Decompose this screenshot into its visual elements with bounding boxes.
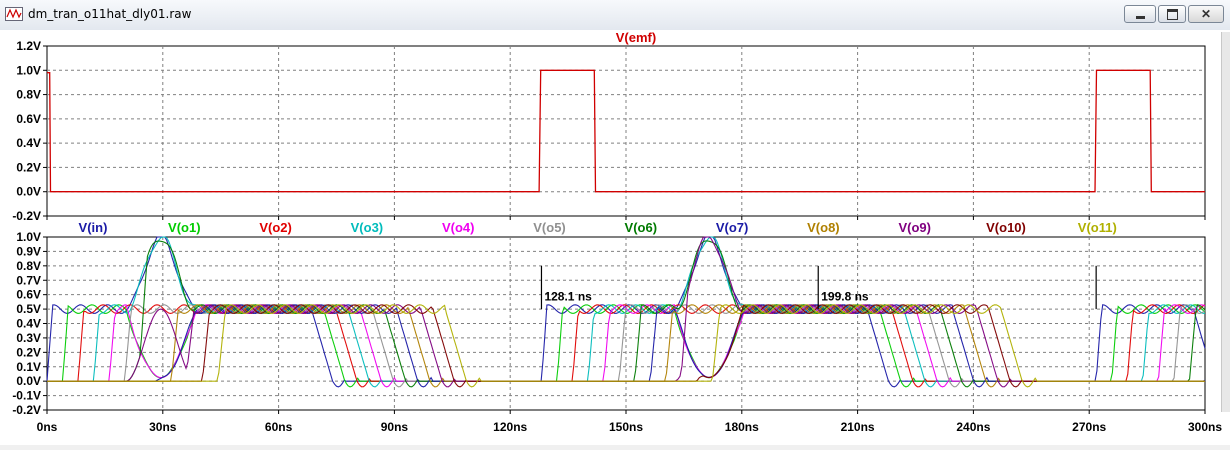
y-tick-label: 0.3V — [16, 331, 41, 345]
close-button[interactable]: ✕ — [1188, 5, 1224, 23]
x-tick-label: 120ns — [493, 420, 527, 434]
y-tick-label: 0.1V — [16, 360, 41, 374]
y-tick-label: 0.2V — [16, 345, 41, 359]
y-tick-label: 0.7V — [16, 273, 41, 287]
x-tick-label: 210ns — [841, 420, 875, 434]
x-tick-label: 90ns — [381, 420, 409, 434]
y-tick-label: 1.0V — [16, 63, 41, 77]
x-tick-label: 270ns — [1072, 420, 1106, 434]
window-titlebar: dm_tran_o11hat_dly01.raw ✕ — [0, 0, 1230, 31]
window-title: dm_tran_o11hat_dly01.raw — [28, 7, 192, 21]
legend-entry: V(o10) — [986, 220, 1026, 235]
y-tick-label: -0.2V — [12, 209, 41, 223]
x-tick-label: 0ns — [37, 420, 58, 434]
legend-entry: V(o4) — [442, 220, 475, 235]
legend-entry: V(o6) — [625, 220, 658, 235]
legend-entry: V(o7) — [716, 220, 749, 235]
y-tick-label: 0.0V — [16, 374, 41, 388]
legend-entry: V(o9) — [898, 220, 931, 235]
y-tick-label: -0.2V — [12, 403, 41, 417]
x-tick-label: 150ns — [609, 420, 643, 434]
y-tick-label: 1.2V — [16, 39, 41, 53]
y-tick-label: 0.0V — [16, 185, 41, 199]
y-tick-label: 0.8V — [16, 259, 41, 273]
y-tick-label: 0.6V — [16, 112, 41, 126]
minimize-button[interactable] — [1124, 5, 1156, 23]
measurement-annotation: 128.1 ns — [544, 290, 592, 304]
x-tick-label: 30ns — [149, 420, 177, 434]
x-tick-label: 300ns — [1188, 420, 1222, 434]
close-icon: ✕ — [1200, 7, 1212, 21]
legend-entry: V(o3) — [351, 220, 384, 235]
x-tick-label: 180ns — [725, 420, 759, 434]
y-tick-label: 1.0V — [16, 230, 41, 244]
y-tick-label: 0.9V — [16, 244, 41, 258]
series-title-vemf: V(emf) — [616, 30, 656, 45]
y-tick-label: 0.5V — [16, 302, 41, 316]
y-tick-label: 0.2V — [16, 160, 41, 174]
x-tick-label: 240ns — [956, 420, 990, 434]
measurement-annotation: 199.8 ns — [821, 290, 869, 304]
window-right-edge — [1221, 32, 1230, 412]
legend-entry: V(o2) — [259, 220, 292, 235]
y-tick-label: 0.4V — [16, 136, 41, 150]
legend-entry: V(o5) — [533, 220, 566, 235]
x-tick-label: 60ns — [265, 420, 293, 434]
legend-entry: V(in) — [79, 220, 108, 235]
y-tick-label: 0.6V — [16, 288, 41, 302]
maximize-button[interactable] — [1158, 5, 1186, 23]
maximize-icon — [1166, 8, 1178, 20]
legend-entry: V(o11) — [1078, 220, 1117, 235]
minimize-icon — [1135, 15, 1145, 19]
waveform-plot-area[interactable]: 1.2V 1.0V 0.8V 0.6V 0.4V 0.2V 0.0V -0.2V 1.0V 0.9… — [0, 30, 1230, 445]
waveform-chart[interactable]: 1.2V1.0V0.8V0.6V0.4V0.2V0.0V-0.2V1.0V0.9… — [0, 30, 1230, 445]
ltspice-waveform-icon — [5, 7, 23, 21]
y-tick-label: 0.4V — [16, 317, 41, 331]
y-tick-label: -0.1V — [12, 389, 41, 403]
legend-entry: V(o1) — [168, 220, 201, 235]
y-tick-label: 0.8V — [16, 88, 41, 102]
legend-entry: V(o8) — [807, 220, 840, 235]
